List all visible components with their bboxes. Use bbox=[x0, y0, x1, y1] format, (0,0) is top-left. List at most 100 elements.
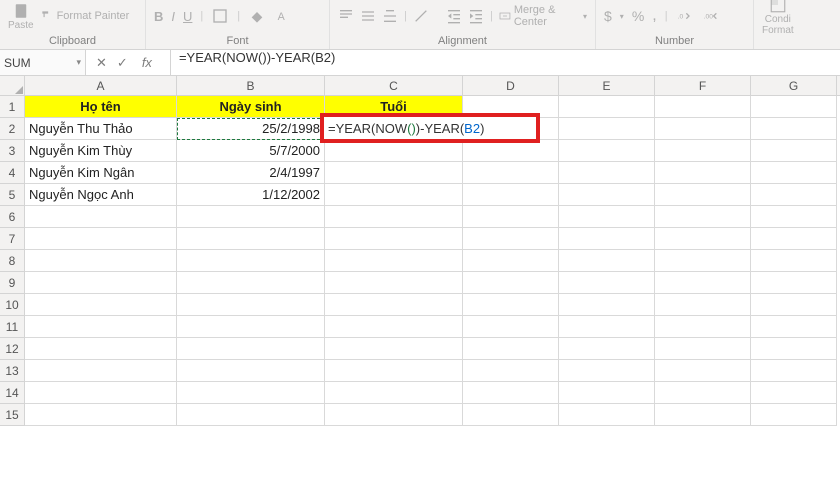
cell[interactable] bbox=[559, 140, 655, 162]
cell[interactable] bbox=[751, 228, 837, 250]
cell[interactable] bbox=[559, 294, 655, 316]
row-header[interactable]: 2 bbox=[0, 118, 25, 140]
cell[interactable] bbox=[463, 404, 559, 426]
cell[interactable] bbox=[751, 316, 837, 338]
cell[interactable] bbox=[751, 184, 837, 206]
row-header[interactable]: 14 bbox=[0, 382, 25, 404]
cell[interactable] bbox=[751, 404, 837, 426]
merge-center-button[interactable]: Merge & Center ▾ bbox=[499, 4, 587, 28]
cell[interactable] bbox=[25, 382, 177, 404]
cancel-formula-button[interactable]: ✕ bbox=[96, 55, 107, 71]
cell[interactable] bbox=[559, 162, 655, 184]
cell[interactable] bbox=[325, 206, 463, 228]
format-painter-button[interactable]: Format Painter bbox=[40, 9, 130, 23]
col-header-b[interactable]: B bbox=[177, 76, 325, 95]
cell[interactable] bbox=[655, 162, 751, 184]
cell[interactable] bbox=[463, 272, 559, 294]
align-top-icon[interactable] bbox=[338, 7, 354, 25]
align-middle-icon[interactable] bbox=[360, 7, 376, 25]
cell[interactable] bbox=[655, 382, 751, 404]
cell[interactable] bbox=[325, 294, 463, 316]
cell[interactable] bbox=[559, 118, 655, 140]
increase-decimal-icon[interactable]: .0 bbox=[676, 7, 694, 25]
cell[interactable] bbox=[655, 228, 751, 250]
row-header[interactable]: 15 bbox=[0, 404, 25, 426]
cell[interactable] bbox=[559, 184, 655, 206]
underline-button[interactable]: U bbox=[183, 9, 192, 24]
cell[interactable] bbox=[25, 294, 177, 316]
cell[interactable] bbox=[177, 228, 325, 250]
cell[interactable] bbox=[177, 272, 325, 294]
row-header[interactable]: 9 bbox=[0, 272, 25, 294]
row-header[interactable]: 7 bbox=[0, 228, 25, 250]
cell[interactable] bbox=[463, 338, 559, 360]
cell[interactable] bbox=[463, 250, 559, 272]
cell[interactable] bbox=[177, 206, 325, 228]
cell[interactable] bbox=[325, 404, 463, 426]
cell[interactable] bbox=[559, 338, 655, 360]
cell[interactable] bbox=[25, 228, 177, 250]
row-header[interactable]: 8 bbox=[0, 250, 25, 272]
row-header[interactable]: 3 bbox=[0, 140, 25, 162]
cell[interactable] bbox=[25, 206, 177, 228]
select-all-corner[interactable] bbox=[0, 76, 25, 95]
cell[interactable] bbox=[463, 184, 559, 206]
row-header[interactable]: 6 bbox=[0, 206, 25, 228]
cell[interactable] bbox=[325, 338, 463, 360]
col-header-d[interactable]: D bbox=[463, 76, 559, 95]
cell[interactable] bbox=[325, 162, 463, 184]
cell[interactable] bbox=[463, 228, 559, 250]
cell[interactable]: Nguyễn Thu Thảo bbox=[25, 118, 177, 140]
cell[interactable] bbox=[177, 404, 325, 426]
cell[interactable] bbox=[559, 206, 655, 228]
decrease-indent-icon[interactable] bbox=[446, 7, 462, 25]
fill-color-button[interactable] bbox=[248, 7, 266, 25]
cell[interactable] bbox=[655, 316, 751, 338]
col-header-c[interactable]: C bbox=[325, 76, 463, 95]
col-header-a[interactable]: A bbox=[25, 76, 177, 95]
cell[interactable] bbox=[463, 360, 559, 382]
cell[interactable] bbox=[751, 96, 837, 118]
align-bottom-icon[interactable] bbox=[382, 7, 398, 25]
row-header[interactable]: 5 bbox=[0, 184, 25, 206]
row-header[interactable]: 12 bbox=[0, 338, 25, 360]
cell[interactable] bbox=[463, 294, 559, 316]
cell[interactable]: 5/7/2000 bbox=[177, 140, 325, 162]
cell[interactable] bbox=[463, 206, 559, 228]
cell[interactable] bbox=[177, 294, 325, 316]
cell[interactable] bbox=[177, 316, 325, 338]
cell[interactable] bbox=[655, 206, 751, 228]
italic-button[interactable]: I bbox=[171, 9, 175, 24]
cell[interactable] bbox=[177, 382, 325, 404]
row-header[interactable]: 10 bbox=[0, 294, 25, 316]
accept-formula-button[interactable]: ✓ bbox=[117, 55, 128, 71]
cell[interactable] bbox=[25, 338, 177, 360]
cell[interactable] bbox=[463, 382, 559, 404]
cell[interactable] bbox=[325, 382, 463, 404]
cell[interactable]: Nguyễn Kim Ngân bbox=[25, 162, 177, 184]
cell[interactable] bbox=[177, 250, 325, 272]
cell[interactable] bbox=[559, 382, 655, 404]
cell[interactable]: 2/4/1997 bbox=[177, 162, 325, 184]
cell[interactable] bbox=[25, 272, 177, 294]
col-header-f[interactable]: F bbox=[655, 76, 751, 95]
cell[interactable] bbox=[655, 404, 751, 426]
cell[interactable] bbox=[325, 184, 463, 206]
cell[interactable] bbox=[325, 316, 463, 338]
cell[interactable] bbox=[177, 360, 325, 382]
cell[interactable] bbox=[751, 250, 837, 272]
cell[interactable] bbox=[177, 338, 325, 360]
cell[interactable] bbox=[559, 228, 655, 250]
cell[interactable] bbox=[325, 228, 463, 250]
cell[interactable] bbox=[559, 96, 655, 118]
cell[interactable] bbox=[655, 184, 751, 206]
font-color-button[interactable]: A bbox=[274, 7, 292, 25]
row-header[interactable]: 11 bbox=[0, 316, 25, 338]
cell[interactable]: Nguyễn Ngọc Anh bbox=[25, 184, 177, 206]
name-box[interactable]: SUM ▾ bbox=[0, 50, 86, 75]
cell[interactable] bbox=[25, 360, 177, 382]
cell[interactable] bbox=[325, 360, 463, 382]
chevron-down-icon[interactable]: ▾ bbox=[76, 57, 81, 68]
cell[interactable] bbox=[751, 382, 837, 404]
cell[interactable]: 1/12/2002 bbox=[177, 184, 325, 206]
